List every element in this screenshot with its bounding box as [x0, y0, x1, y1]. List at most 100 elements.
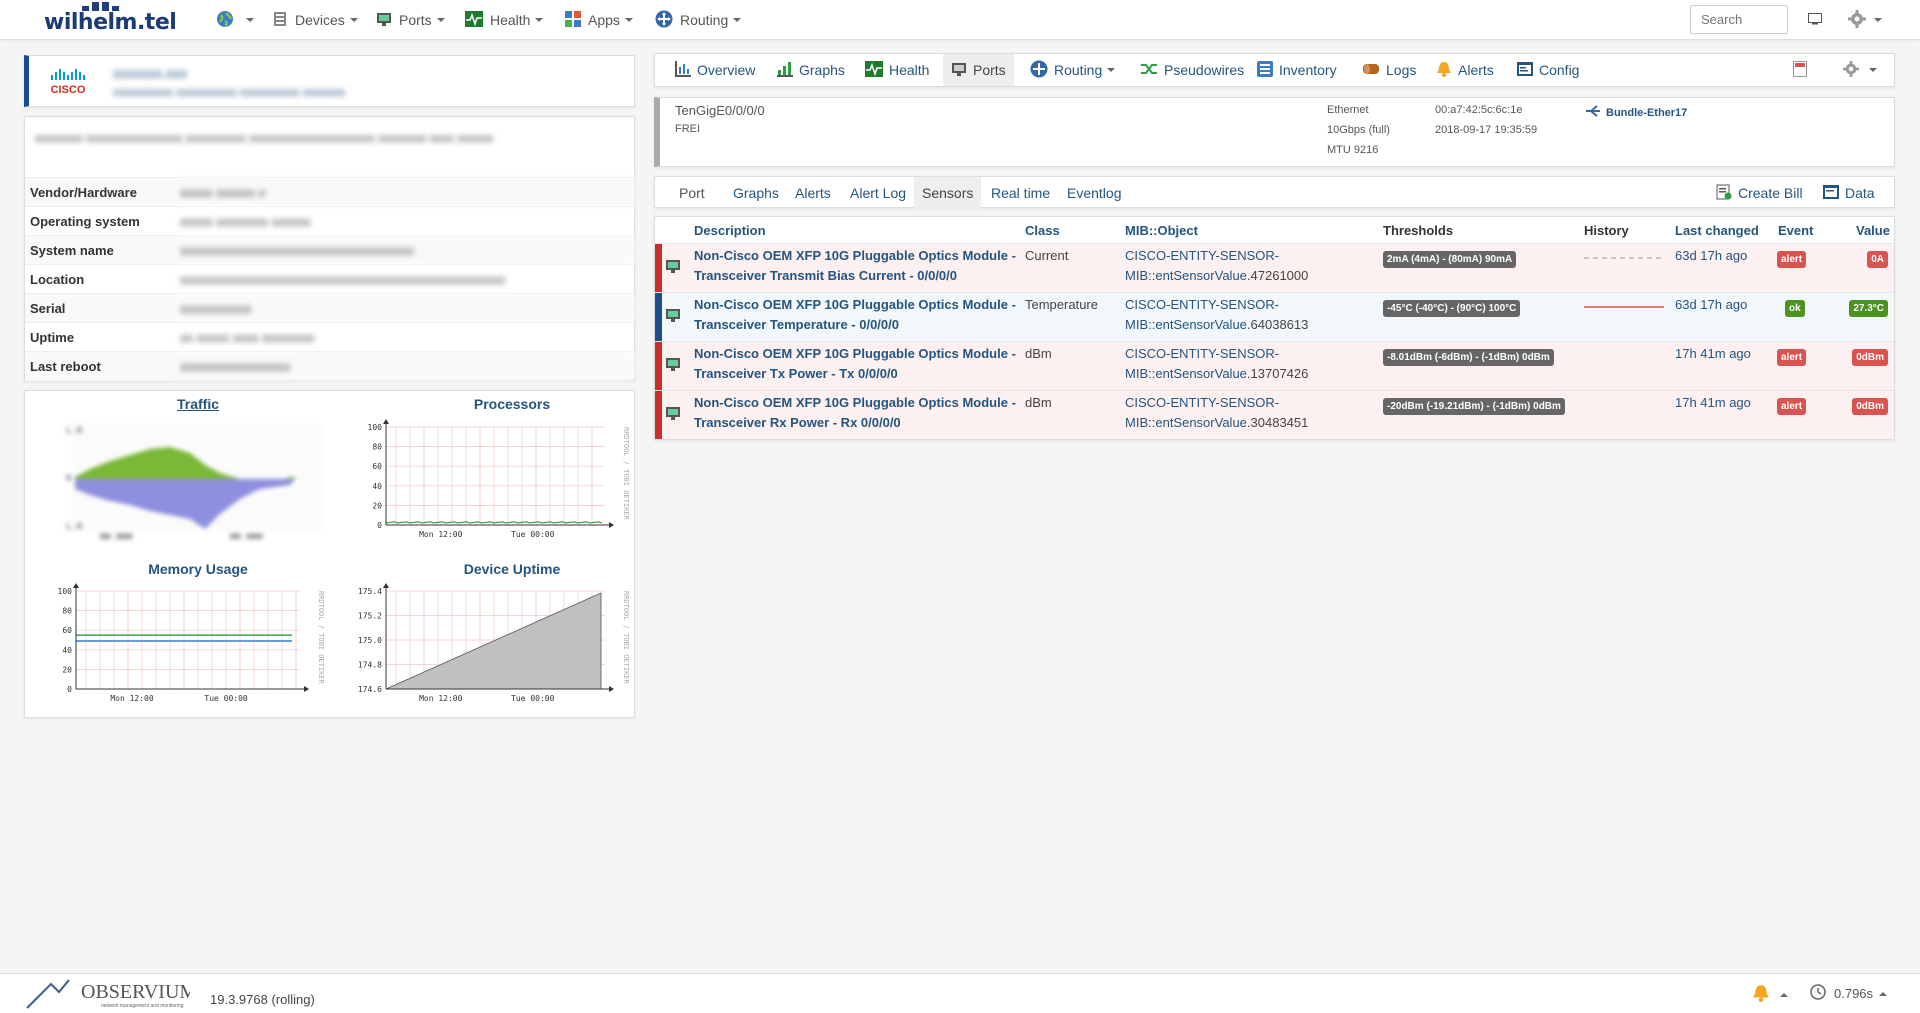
y-tick-label: 175.0: [358, 636, 382, 645]
status-bar: [655, 391, 662, 439]
traffic-graph[interactable]: L.6 0 L.6 MM MMM MM MMM: [40, 419, 330, 544]
info-value: xxxxxxxxxxxxxxxxxxxxxxxxxxxxxxxxxxxxxxxx…: [175, 264, 634, 294]
tab-config[interactable]: Config: [1509, 54, 1587, 86]
create-bill-button[interactable]: Create Bill: [1708, 177, 1811, 209]
sensor-description-link[interactable]: Non-Cisco OEM XFP 10G Pluggable Optics M…: [694, 393, 1016, 433]
bundle-label: Bundle-Ether17: [1606, 106, 1688, 119]
tab-port-sensors[interactable]: Sensors: [914, 177, 982, 209]
screen-toggle[interactable]: [1808, 0, 1822, 40]
port-tabs-bar: Port Graphs Alerts Alert Log Sensors Rea…: [654, 176, 1895, 209]
nav-devices[interactable]: Devices: [272, 0, 358, 40]
search-input[interactable]: [1690, 5, 1788, 34]
observium-logo[interactable]: OBSERVIUM network management and monitor…: [25, 978, 197, 1010]
device-uptime-graph[interactable]: 175.4 175.2 175.0 174.8 174.6 Mon 12:00 Tue 00…: [350, 583, 630, 713]
logs-icon: [1362, 62, 1380, 79]
col-mib-object[interactable]: MIB::Object: [1125, 223, 1198, 238]
tab-port-realtime[interactable]: Real time: [983, 177, 1058, 209]
clock-icon: [1810, 984, 1826, 1003]
tab-label: Routing: [1054, 62, 1103, 78]
memory-graph-title[interactable]: Memory Usage: [88, 561, 308, 577]
tab-pseudowires[interactable]: Pseudowires: [1132, 54, 1252, 86]
y-tick-label: 100: [58, 587, 73, 596]
data-button[interactable]: Data: [1815, 177, 1883, 209]
col-event[interactable]: Event: [1778, 223, 1813, 238]
status-bar: [655, 244, 662, 292]
sensor-last-changed: 63d 17h ago: [1675, 297, 1748, 312]
apps-grid-icon: [565, 10, 581, 30]
sensor-mib-object[interactable]: CISCO-ENTITY-SENSOR- MIB::entSensorValue.…: [1125, 246, 1308, 286]
device-hostname[interactable]: xxxxxxx.xxx: [113, 65, 187, 81]
tab-ports[interactable]: Ports: [943, 54, 1014, 86]
brand-logo[interactable]: wilhelm.tel: [44, 2, 177, 38]
col-class[interactable]: Class: [1025, 223, 1060, 238]
sensor-row[interactable]: Non-Cisco OEM XFP 10G Pluggable Optics M…: [655, 341, 1894, 390]
sensors-table: Description Class MIB::Object Thresholds…: [654, 216, 1895, 440]
info-row: System name xxxxxxxxxxxxxxxxxxxxxxxxxxxxx…: [25, 235, 634, 265]
tab-health[interactable]: Health: [857, 54, 937, 86]
processors-graph-title[interactable]: Processors: [402, 396, 622, 412]
port-description: FREI: [675, 123, 701, 135]
page-timing[interactable]: 0.796s: [1810, 984, 1888, 1003]
nav-health[interactable]: Health: [465, 0, 544, 40]
col-last-changed[interactable]: Last changed: [1675, 223, 1759, 238]
uptime-graph-title[interactable]: Device Uptime: [402, 561, 622, 577]
brand-name: wilhelm.tel: [44, 10, 177, 35]
tab-routing[interactable]: Routing: [1022, 54, 1123, 86]
tab-label: Pseudowires: [1164, 62, 1245, 78]
tab-port-alerts[interactable]: Alerts: [787, 177, 839, 209]
col-value[interactable]: Value: [1856, 223, 1890, 238]
nav-routing[interactable]: Routing: [655, 0, 742, 40]
y-tick-label: 0: [377, 521, 382, 530]
port-info-panel: TenGigE0/0/0/0 FREI Ethernet 10Gbps (ful…: [654, 97, 1895, 167]
bundle-link[interactable]: Bundle-Ether17: [1585, 104, 1687, 121]
event-badge: alert: [1777, 346, 1807, 366]
alerts-indicator[interactable]: [1752, 984, 1788, 1005]
device-settings-menu[interactable]: [1835, 54, 1885, 86]
col-thresholds: Thresholds: [1383, 223, 1454, 238]
sensor-row[interactable]: Non-Cisco OEM XFP 10G Pluggable Optics M…: [655, 243, 1894, 292]
device-info-table: Vendor/Hardware xxxxx xxxxxx x Operating …: [25, 177, 634, 381]
overview-icon: [675, 60, 691, 80]
sensor-mib-object[interactable]: CISCO-ENTITY-SENSOR- MIB::entSensorValue.…: [1125, 295, 1308, 335]
tab-logs[interactable]: Logs: [1354, 54, 1424, 86]
globe-icon: [216, 10, 234, 31]
sensor-description-link[interactable]: Non-Cisco OEM XFP 10G Pluggable Optics M…: [694, 246, 1016, 286]
device-sysdescr: xxxxxxxxxx xxxxxxxxxx xxxxxxxxxx xxxxxxx: [113, 85, 346, 99]
col-description[interactable]: Description: [694, 223, 766, 238]
tab-inventory[interactable]: Inventory: [1249, 54, 1345, 86]
x-tick-label: Tue 00:00: [511, 530, 555, 539]
tab-port-graphs[interactable]: Graphs: [725, 177, 787, 209]
port-mtu: MTU 9216: [1327, 144, 1379, 156]
nav-apps[interactable]: Apps: [565, 0, 633, 40]
sensor-description-link[interactable]: Non-Cisco OEM XFP 10G Pluggable Optics M…: [694, 295, 1016, 335]
sensor-mib-object[interactable]: CISCO-ENTITY-SENSOR- MIB::entSensorValue.…: [1125, 344, 1308, 384]
memory-usage-graph[interactable]: 100 80 60 40 20 0 Mon 12:00 Tue 00:00 RRDTOOL / …: [40, 583, 325, 713]
timing-text: 0.796s: [1834, 986, 1874, 1001]
traffic-graph-title[interactable]: Traffic: [88, 396, 308, 412]
info-value: xxxxxxxxxxxxxxxxx: [175, 351, 634, 381]
tab-overview[interactable]: Overview: [667, 54, 763, 86]
nav-ports[interactable]: Ports: [376, 0, 445, 40]
info-label: Vendor/Hardware: [25, 177, 175, 207]
nav-apps-label: Apps: [588, 12, 620, 28]
tab-port-alert-log[interactable]: Alert Log: [842, 177, 914, 209]
globe-menu[interactable]: [216, 0, 254, 40]
info-row: Serial xxxxxxxxxxx: [25, 293, 634, 323]
sensor-mib-object[interactable]: CISCO-ENTITY-SENSOR- MIB::entSensorValue.…: [1125, 393, 1308, 433]
pdf-export-button[interactable]: [1785, 54, 1815, 86]
settings-menu[interactable]: [1848, 0, 1882, 40]
tab-port[interactable]: Port: [671, 177, 713, 209]
tab-alerts[interactable]: Alerts: [1428, 54, 1502, 86]
routing-icon: [1030, 60, 1048, 81]
processors-graph[interactable]: 100 80 60 40 20 0 Mon 12:00 Tue 00:00 RRDTOOL / …: [350, 419, 630, 549]
y-tick-label: 80: [62, 607, 72, 616]
event-badge: ok: [1785, 297, 1805, 317]
sensor-row[interactable]: Non-Cisco OEM XFP 10G Pluggable Optics M…: [655, 390, 1894, 439]
sensor-description-link[interactable]: Non-Cisco OEM XFP 10G Pluggable Optics M…: [694, 344, 1016, 384]
sensor-row[interactable]: Non-Cisco OEM XFP 10G Pluggable Optics M…: [655, 292, 1894, 341]
info-value: xxxxx xxxxxxxx xxxxxx: [175, 206, 634, 236]
device-info-panel: xxxxxxxx xxxxxxxxxxxxxxxx xxxxxxxxxx xxx…: [24, 116, 635, 381]
heartbeat-icon: [465, 10, 483, 30]
tab-port-eventlog[interactable]: Eventlog: [1059, 177, 1129, 209]
tab-graphs[interactable]: Graphs: [769, 54, 853, 86]
